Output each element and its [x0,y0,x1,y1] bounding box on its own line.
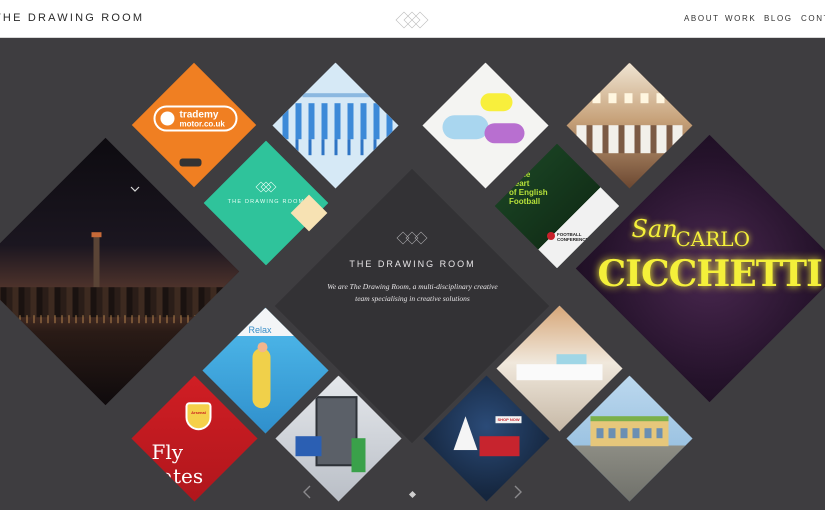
kitchen-counter [516,363,603,380]
slider-pagination-dot[interactable] [408,490,417,499]
lilo-shape [252,347,271,408]
intro-title: THE DRAWING ROOM [349,259,476,269]
intro-description-line: We are The Drawing Room, a multi-discipl… [327,282,498,291]
football-brand: FOOTBALL CONFERENCE [557,232,589,242]
red-building [479,435,520,456]
chevron-down-icon[interactable] [130,185,140,193]
football-headline: at the Heart of English Football [509,170,548,206]
swimmer-head [257,341,268,352]
nav-contact[interactable]: CONTACT [801,14,825,23]
ceiling-lights [576,92,683,103]
building-windows [596,427,663,438]
conference-logo-icon [547,232,555,240]
car-icon [160,111,175,126]
kitchen-feature [556,353,587,364]
trademy-domain: motor.co.uk [179,119,225,129]
diamond-logo-icon [396,231,428,245]
shop-sign: SHOP NOW [495,415,522,423]
relax-label: Relax [248,324,272,335]
neon-carlo: CARLO [675,226,750,251]
nav-about[interactable]: ABOUT [684,14,720,23]
football-line: at the [509,170,531,179]
car-shape [179,158,202,167]
machine-part-blue [295,435,322,456]
neon-san: San [631,214,678,243]
purple-bubble [484,122,525,143]
emirates-text: rates [151,463,204,488]
yellow-bubble [480,92,513,111]
diamond-logo-icon [255,181,277,193]
chevron-left-icon[interactable] [302,485,312,499]
runners-header [302,92,373,97]
machine-bottle [351,437,366,472]
fly-text: Fly [151,439,184,464]
football-line: Heart [509,179,530,188]
runner-legs [282,138,393,155]
nav-blog[interactable]: BLOG [764,14,793,23]
site-logo[interactable]: THE DRAWING ROOM [0,12,144,24]
trademy-logo: trademy motor.co.uk [153,105,238,132]
football-line: of English [509,188,548,197]
intro-description-line: team specialising in creative solutions [355,294,470,303]
building-roof [590,415,669,421]
city-lights [0,314,240,323]
restaurant-tables [576,124,683,153]
football-line: Football [509,197,541,206]
snowy-tree [454,416,478,450]
chevron-right-icon[interactable] [513,485,523,499]
intro-description: We are The Drawing Room, a multi-discipl… [310,281,515,305]
crest-text: Arsenal [191,409,206,415]
arsenal-crest-icon: Arsenal [185,401,212,430]
portfolio-grid: trademy motor.co.uk THE DRAWING ROOM at … [0,38,825,510]
skyline-buildings [0,286,240,317]
site-header: THE DRAWING ROOM ABOUT WORK BLOG CONTACT [0,0,825,38]
brand-line: CONFERENCE [557,237,589,242]
runner-figures [282,102,393,139]
blue-bubble [442,114,489,139]
tower-shape [93,234,100,295]
neon-cicchetti: CICCHETTI [597,252,822,295]
nav-work[interactable]: WORK [725,14,756,23]
tower-light [91,231,102,237]
diamond-logo-icon[interactable] [395,10,429,30]
